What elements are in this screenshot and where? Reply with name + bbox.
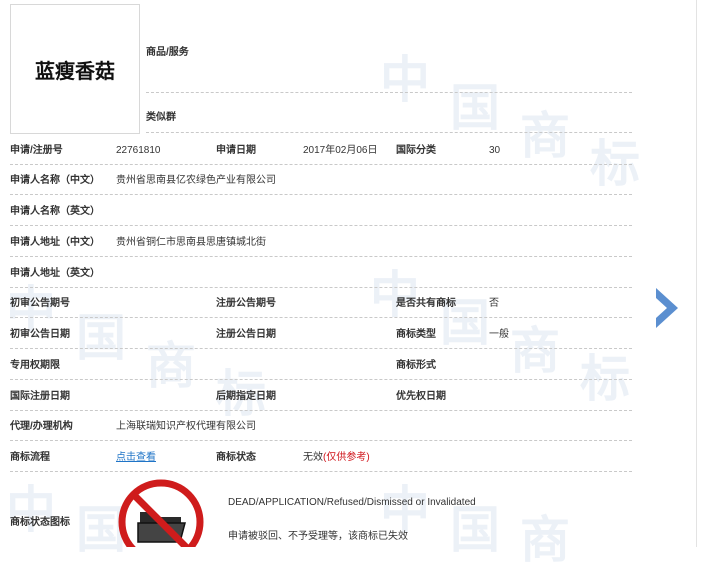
divider [10, 348, 632, 349]
shared-value: 否 [489, 298, 499, 309]
status-reference-note: (仅供参考) [323, 452, 370, 463]
divider [10, 410, 632, 411]
divider [10, 471, 632, 472]
later-date-label: 后期指定日期 [216, 391, 276, 402]
apply-date-label: 申请日期 [216, 145, 256, 156]
applicant-cn-label: 申请人名称（中文） [10, 175, 100, 186]
divider [10, 287, 632, 288]
folder-prohibited-icon [116, 476, 206, 547]
reg-no-value: 22761810 [116, 145, 161, 156]
address-en-label: 申请人地址（英文） [10, 268, 100, 279]
divider [10, 440, 632, 441]
trademark-detail-panel: 蓝瘦香菇 商品/服务 类似群 申请/注册号 22761810 申请日期 2017… [0, 0, 697, 547]
reg-no-label: 申请/注册号 [10, 145, 63, 156]
address-cn-label: 申请人地址（中文） [10, 237, 100, 248]
status-english-text: DEAD/APPLICATION/Refused/Dismissed or In… [228, 497, 476, 508]
intl-reg-date-label: 国际注册日期 [10, 391, 70, 402]
priority-date-label: 优先权日期 [396, 391, 446, 402]
agent-value: 上海联瑞知识产权代理有限公司 [116, 421, 256, 432]
divider [10, 317, 632, 318]
apply-date-value: 2017年02月06日 [303, 145, 378, 156]
exclusive-label: 专用权期限 [10, 360, 60, 371]
divider [146, 132, 632, 133]
prelim-no-label: 初审公告期号 [10, 298, 70, 309]
goods-services-label: 商品/服务 [146, 47, 189, 58]
divider [10, 164, 632, 165]
trademark-image: 蓝瘦香菇 [10, 4, 140, 134]
divider [10, 379, 632, 380]
process-view-link[interactable]: 点击查看 [116, 452, 156, 464]
reg-notice-no-label: 注册公告期号 [216, 298, 276, 309]
divider [146, 92, 632, 93]
status-value-group: 无效(仅供参考) [303, 452, 370, 464]
address-cn-value: 贵州省铜仁市思南县思唐镇城北街 [116, 237, 266, 248]
trademark-image-text: 蓝瘦香菇 [35, 58, 115, 83]
shared-label: 是否共有商标 [396, 298, 456, 309]
divider [10, 225, 632, 226]
tm-type-label: 商标类型 [396, 329, 436, 340]
divider [10, 256, 632, 257]
status-value: 无效 [303, 452, 323, 463]
status-label: 商标状态 [216, 452, 256, 463]
intl-class-value: 30 [489, 145, 501, 156]
reg-notice-date-label: 注册公告日期 [216, 329, 276, 340]
tm-type-value: 一般 [489, 329, 509, 340]
similar-group-label: 类似群 [146, 112, 176, 123]
divider [10, 194, 632, 195]
next-chevron-right-icon[interactable] [654, 288, 680, 328]
applicant-cn-value: 贵州省思南县亿农绿色产业有限公司 [116, 175, 276, 186]
status-icon-label: 商标状态图标 [10, 517, 70, 528]
process-label: 商标流程 [10, 452, 50, 463]
prelim-date-label: 初审公告日期 [10, 329, 70, 340]
applicant-en-label: 申请人名称（英文） [10, 206, 100, 217]
status-chinese-text: 申请被驳回、不予受理等，该商标已失效 [228, 531, 408, 542]
intl-class-label: 国际分类 [396, 145, 436, 156]
tm-form-label: 商标形式 [396, 360, 436, 371]
agent-label: 代理/办理机构 [10, 421, 73, 432]
